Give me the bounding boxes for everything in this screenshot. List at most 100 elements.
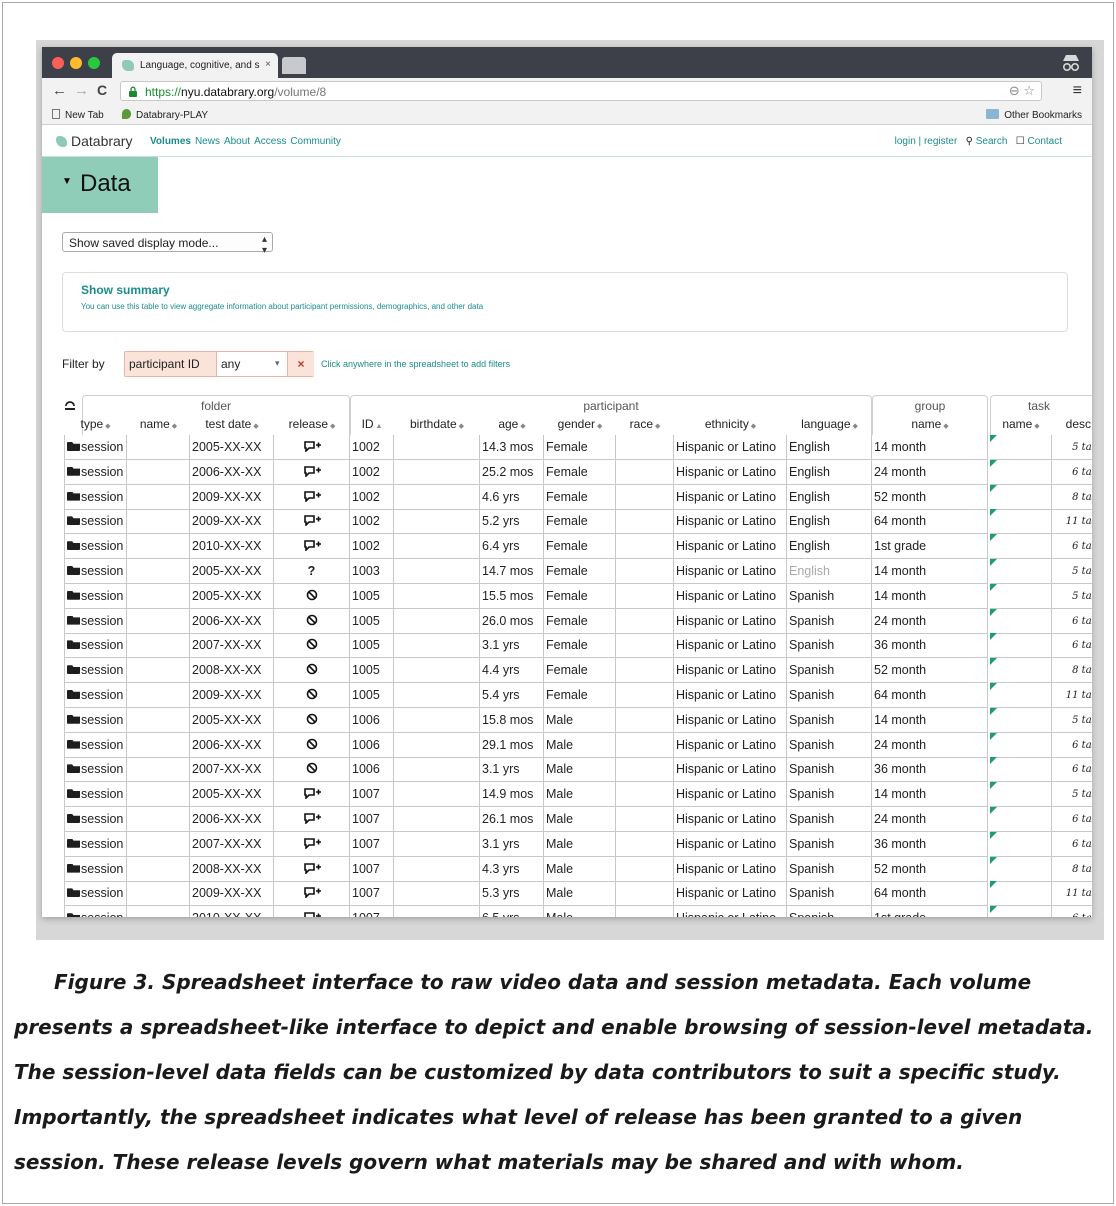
cell-name[interactable] [127,856,190,882]
cell-test-date[interactable]: 2008-XX-XX [190,856,274,882]
cell-birthdate[interactable] [394,732,480,758]
cell-task-desc[interactable]: 5 tasks [1052,584,1092,609]
cell-race[interactable] [616,683,674,708]
cell-birthdate[interactable] [394,435,480,460]
cell-type[interactable]: session [64,782,127,808]
table-row[interactable]: session 2009-XX-XX 1002 5.2 yrs Female Hispan… [60,509,1092,535]
cell-test-date[interactable]: 2005-XX-XX [190,435,274,460]
cell-release[interactable] [274,608,350,634]
cell-language[interactable]: Spanish [787,807,872,832]
cell-race[interactable] [616,633,674,659]
header-language[interactable]: language ◆ [787,417,872,435]
cell-gender[interactable]: Female [544,509,616,535]
nav-access[interactable]: Access [254,136,286,147]
cell-type[interactable]: session [64,732,127,758]
cell-release[interactable] [274,881,350,907]
cell-language[interactable]: Spanish [787,658,872,684]
table-row[interactable]: session 2006-XX-XX 1006 29.1 mos Male Hispani… [60,732,1092,758]
cell-release[interactable] [274,831,350,857]
cell-test-date[interactable]: 2007-XX-XX [190,831,274,857]
cell-name[interactable] [127,509,190,535]
cell-task-name[interactable] [990,732,1052,758]
cell-race[interactable] [616,707,674,733]
cell-name[interactable] [127,633,190,659]
cell-name[interactable] [127,757,190,783]
zoom-icon[interactable]: ⊖ [1009,83,1020,98]
cell-name[interactable] [127,881,190,907]
filter-value[interactable]: any [221,357,240,371]
cell-id[interactable]: 1006 [350,707,394,733]
bookmark-new-tab[interactable]: New Tab [52,109,104,121]
cell-release[interactable] [274,856,350,882]
cell-age[interactable]: 26.1 mos [480,807,544,832]
cell-birthdate[interactable] [394,683,480,708]
login-link[interactable]: login [895,136,916,147]
table-row[interactable]: session 2007-XX-XX 1007 3.1 yrs Male Hispanic… [60,831,1092,857]
cell-task-desc[interactable]: 6 tasks [1052,633,1092,659]
cell-test-date[interactable]: 2005-XX-XX [190,559,274,584]
cell-name[interactable] [127,807,190,832]
cell-test-date[interactable]: 2006-XX-XX [190,732,274,758]
search-link[interactable]: Search [976,136,1008,147]
nav-about[interactable]: About [224,136,250,147]
cell-language[interactable]: Spanish [787,906,872,917]
cell-ethnicity[interactable]: Hispanic or Latino [674,608,787,634]
header-release[interactable]: release ◆ [274,417,350,435]
cell-id[interactable]: 1005 [350,633,394,659]
grid-settings-icon[interactable] [64,400,76,411]
cell-ethnicity[interactable]: Hispanic or Latino [674,881,787,907]
cell-type[interactable]: session [64,707,127,733]
cell-ethnicity[interactable]: Hispanic or Latino [674,757,787,783]
table-row[interactable]: session 2007-XX-XX 1005 3.1 yrs Female Hispan… [60,633,1092,659]
cell-age[interactable]: 5.3 yrs [480,881,544,907]
cell-birthdate[interactable] [394,633,480,659]
cell-task-name[interactable] [990,534,1052,560]
cell-age[interactable]: 3.1 yrs [480,633,544,659]
cell-release[interactable] [274,807,350,832]
cell-task-desc[interactable]: 11 tasks [1052,881,1092,907]
cell-language[interactable]: Spanish [787,583,872,609]
cell-ethnicity[interactable]: Hispanic or Latino [674,856,787,882]
cell-type[interactable]: session [64,906,127,917]
cell-group-name[interactable]: 24 month [872,807,988,832]
cell-age[interactable]: 5.2 yrs [480,509,544,535]
cell-gender[interactable]: Female [544,534,616,560]
cell-test-date[interactable]: 2006-XX-XX [190,608,274,634]
cell-gender[interactable]: Female [544,583,616,609]
minimize-window-button[interactable] [70,57,82,69]
table-row[interactable]: session 2009-XX-XX 1002 4.6 yrs Female Hispan… [60,484,1092,510]
cell-task-name[interactable] [990,807,1052,832]
cell-language[interactable]: English [787,484,872,510]
cell-birthdate[interactable] [394,484,480,510]
cell-age[interactable]: 4.6 yrs [480,484,544,510]
table-row[interactable]: session 2005-XX-XX 1005 15.5 mos Female Hispa… [60,583,1092,609]
cell-gender[interactable]: Female [544,683,616,708]
cell-ethnicity[interactable]: Hispanic or Latino [674,732,787,758]
cell-release[interactable] [274,683,350,708]
cell-group-name[interactable]: 24 month [872,732,988,758]
cell-release[interactable] [274,782,350,808]
table-row[interactable]: session 2006-XX-XX 1007 26.1 mos Male Hispani… [60,807,1092,832]
cell-birthdate[interactable] [394,583,480,609]
cell-gender[interactable]: Female [544,633,616,659]
cell-type[interactable]: session [64,881,127,907]
cell-task-desc[interactable]: 6 tasks [1052,460,1092,485]
cell-age[interactable]: 3.1 yrs [480,757,544,783]
cell-name[interactable] [127,484,190,510]
cell-group-name[interactable]: 52 month [872,856,988,882]
cell-language[interactable]: English [787,534,872,560]
cell-id[interactable]: 1002 [350,509,394,535]
header-race[interactable]: race ◆ [616,417,674,435]
cell-name[interactable] [127,459,190,485]
cell-task-desc[interactable]: 6 tasks [1052,832,1092,857]
cell-group-name[interactable]: 1st grade [872,534,988,560]
cell-task-desc[interactable]: 6 tasks [1052,733,1092,758]
cell-birthdate[interactable] [394,459,480,485]
cell-age[interactable]: 14.9 mos [480,782,544,808]
nav-news[interactable]: News [195,136,220,147]
cell-id[interactable]: 1002 [350,435,394,460]
cell-group-name[interactable]: 36 month [872,831,988,857]
cell-type[interactable]: session [64,435,127,460]
cell-release[interactable]: ? [274,559,350,584]
cell-gender[interactable]: Male [544,707,616,733]
